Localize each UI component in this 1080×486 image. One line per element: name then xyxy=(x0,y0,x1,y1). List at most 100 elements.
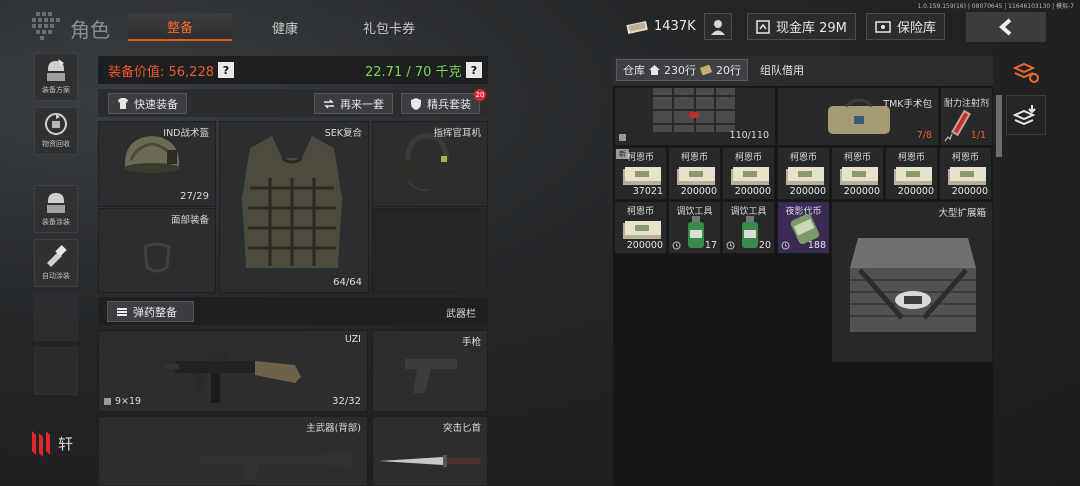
item-count: 188 xyxy=(807,240,826,251)
syringe-item[interactable]: 耐力注射剂 1/1 xyxy=(940,87,993,146)
warehouse-rows: 230行 xyxy=(664,64,696,77)
helmet-name: IND战术盔 xyxy=(163,128,209,139)
sidebar-item-label: 装备方案 xyxy=(42,86,70,94)
sort-button[interactable] xyxy=(1006,53,1046,93)
sidebar-item-preset[interactable]: 装备方案 xyxy=(34,53,78,101)
weight-help-button[interactable]: ? xyxy=(466,62,482,78)
agent-button[interactable] xyxy=(704,13,732,40)
cash-stack-icon xyxy=(894,167,932,185)
currency-amount: 1437K xyxy=(654,19,696,34)
bullet-icon xyxy=(104,398,111,405)
swap-icon xyxy=(324,98,334,109)
clock-icon xyxy=(781,241,790,250)
expansion-case-item[interactable]: 大型扩展箱 xyxy=(831,201,993,363)
quick-equip-label: 快速装备 xyxy=(134,97,178,111)
coin-item[interactable]: 柯恩币 200000 xyxy=(831,147,884,200)
tab-warehouse[interactable]: 仓库 230行 20行 xyxy=(616,59,748,81)
stamina-icon xyxy=(944,133,953,142)
face-slot[interactable]: 面部装备 xyxy=(98,208,216,293)
sidebar-item-paint[interactable]: 装备涂装 xyxy=(34,185,78,233)
tab-equip[interactable]: 整备 xyxy=(128,13,232,41)
melee-slot[interactable]: 突击匕首 xyxy=(372,416,488,486)
item-count: 200000 xyxy=(951,186,988,197)
back-arrow-icon xyxy=(998,18,1012,36)
repeat-loadout-label: 再来一套 xyxy=(340,97,384,111)
cash-stack-icon xyxy=(677,167,715,185)
ammo-prep-label: 弹药整备 xyxy=(133,305,177,319)
warehouse-scrollbar[interactable] xyxy=(996,95,1002,157)
quick-equip-button[interactable]: 快速装备 xyxy=(108,93,187,114)
primary-weapon-slot[interactable]: 主武器(背部) xyxy=(98,416,368,486)
tab-health[interactable]: 健康 xyxy=(233,13,337,41)
sidebar-item-label: 装备涂装 xyxy=(42,218,70,226)
shirt-icon xyxy=(118,98,128,109)
sidebar-item-auto-paint[interactable]: 自动涂装 xyxy=(34,239,78,287)
item-name: 柯恩币 xyxy=(680,153,708,163)
item-name: 柯恩币 xyxy=(789,153,817,163)
elite-count-badge: 20 xyxy=(474,89,486,101)
coin-item[interactable]: 新 柯恩币 37021 xyxy=(614,147,667,200)
pistol-placeholder-icon xyxy=(405,359,457,393)
safe-button[interactable]: 保险库 xyxy=(866,13,946,40)
elite-kit-label: 精兵套装 xyxy=(427,97,471,111)
item-name: 柯恩币 xyxy=(626,207,654,217)
item-count: 200000 xyxy=(734,186,771,197)
vest-durability: 110/110 xyxy=(729,130,769,141)
safe-label: 保险库 xyxy=(897,21,937,36)
medkit-item[interactable]: TMK手术包 7/8 xyxy=(777,87,939,146)
brand-text: 轩 xyxy=(58,434,74,453)
sidebar-empty-slot xyxy=(34,293,78,341)
back-button[interactable] xyxy=(966,12,1046,42)
tab-gift-cards[interactable]: 礼包卡券 xyxy=(337,13,441,41)
preset-icon xyxy=(47,59,65,81)
armor-type-icon xyxy=(619,134,626,141)
pistol-slot[interactable]: 手枪 xyxy=(372,330,488,412)
stack-sort-icon xyxy=(1013,63,1039,83)
item-name: 柯恩币 xyxy=(843,153,871,163)
face-mask-placeholder-icon xyxy=(143,242,171,273)
tab-team-borrow[interactable]: 组队借用 xyxy=(754,59,810,81)
sidebar-item-recycle[interactable]: 物资回收 xyxy=(34,107,78,155)
headset-slot[interactable]: 指挥官耳机 xyxy=(372,121,488,207)
auto-paint-icon xyxy=(47,245,67,267)
repeat-loadout-button[interactable]: 再来一套 xyxy=(314,93,393,114)
bar-tool-item[interactable]: 调饮工具 20 xyxy=(722,201,775,254)
vest-item[interactable]: 110/110 xyxy=(614,87,776,146)
paint-icon xyxy=(47,193,65,213)
currency-display: 1437K xyxy=(618,13,704,40)
value-help-button[interactable]: ? xyxy=(218,62,234,78)
cash-stack-icon xyxy=(948,167,986,185)
helmet-slot[interactable]: IND战术盔 27/29 xyxy=(98,121,216,207)
sidebar-empty-slot xyxy=(34,347,78,395)
coin-item[interactable]: 柯恩币 200000 xyxy=(885,147,938,200)
helmet-image xyxy=(124,136,180,173)
bar-tool-item[interactable]: 调饮工具 17 xyxy=(668,201,721,254)
cash-stack-icon xyxy=(623,221,661,239)
case-name: 大型扩展箱 xyxy=(938,208,986,219)
coin-item[interactable]: 柯恩币 200000 xyxy=(614,201,667,254)
vest-image xyxy=(653,88,735,132)
agent-icon xyxy=(711,19,725,35)
armor-slot[interactable]: SEK复合 64/64 xyxy=(219,121,369,293)
cash-vault-button[interactable]: 现金库 29M xyxy=(747,13,856,40)
elite-kit-button[interactable]: 精兵套装 xyxy=(401,93,480,114)
weight-value: 22.71 / 70 千克 xyxy=(365,65,462,80)
case-image xyxy=(850,238,976,332)
smg-slot[interactable]: UZI 9×19 32/32 xyxy=(98,330,368,412)
syringe-count: 1/1 xyxy=(970,130,986,141)
page-title: 角色 xyxy=(70,18,110,42)
coin-item[interactable]: 柯恩币 200000 xyxy=(939,147,992,200)
store-button[interactable] xyxy=(1006,95,1046,135)
brand-logo: 轩 xyxy=(30,423,80,463)
coin-item[interactable]: 柯恩币 200000 xyxy=(668,147,721,200)
headset-image xyxy=(401,133,453,192)
coin-item[interactable]: 柯恩币 200000 xyxy=(722,147,775,200)
coin-item[interactable]: 柯恩币 200000 xyxy=(777,147,830,200)
version-text: 1.0.159.159(16) | 08070645 | 11646103130… xyxy=(917,3,1074,10)
night-token-item[interactable]: 夜影代币 188 xyxy=(777,201,830,254)
ticket-rows: 20行 xyxy=(716,64,741,77)
armor-durability: 64/64 xyxy=(333,277,362,288)
knife-image xyxy=(379,455,481,467)
ammo-prep-button[interactable]: 弹药整备 xyxy=(107,301,194,322)
warehouse-tab-label: 仓库 xyxy=(623,64,645,77)
